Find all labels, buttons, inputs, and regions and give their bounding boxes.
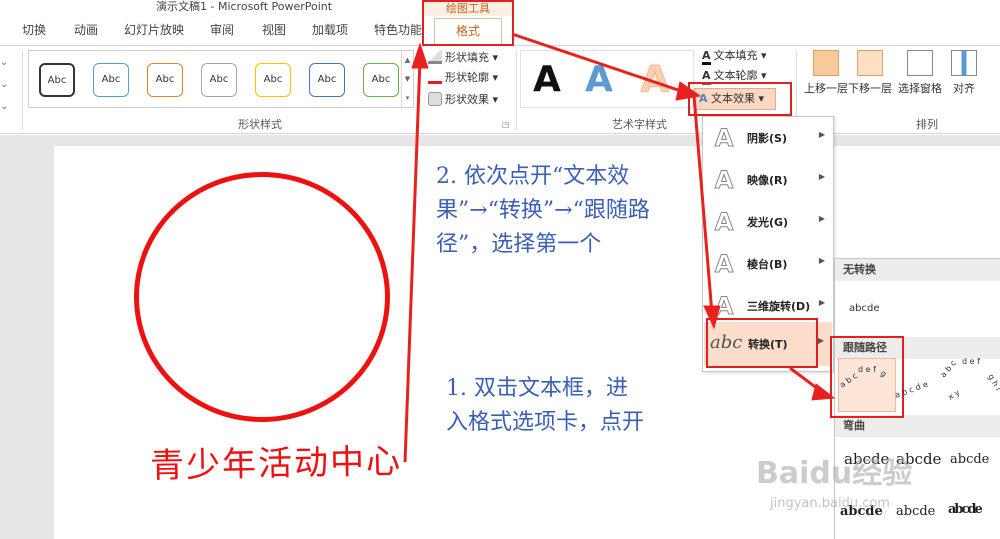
drawing-tools-context-tab: 绘图工具 格式 [422,0,514,46]
align-button[interactable]: 对齐 [942,50,986,96]
text-fill-button[interactable]: A 文本填充 ▾ [702,46,767,66]
tab-view[interactable]: 视图 [262,22,286,38]
follow-path-highlight [830,336,904,418]
menu-item-3d-rotation-label: 三维旋转(D) [747,300,811,313]
arrange-group-label: 排列 [916,118,938,131]
shape-style-gold[interactable]: Abc [255,63,291,97]
submenu-arrow-icon: ▶ [818,172,825,181]
menu-item-bevel-label: 棱台(B) [747,258,788,271]
shape-styles-gallery: Abc Abc Abc Abc Abc Abc Abc ▲ ▼ ▾ [28,50,414,108]
baidu-watermark-url: jingyan.baidu.com [770,496,890,511]
tab-special-features[interactable]: 特色功能 [374,22,422,38]
shape-style-blue[interactable]: Abc [93,63,129,97]
shape-effects-icon [428,92,442,106]
submenu-arrow-icon: ▶ [818,130,825,139]
tab-transitions[interactable]: 切换 [22,22,46,38]
drawing-tools-label: 绘图工具 [424,2,512,16]
no-transform-option[interactable]: abcde [849,303,879,314]
tab-format[interactable]: 格式 [434,18,502,44]
baidu-watermark: Baidu经验 [756,456,913,491]
submenu-arrow-icon: ▶ [818,214,825,223]
shape-outline-button[interactable]: 形状轮廓 ▾ [428,68,498,88]
shape-styles-group-label: 形状样式 [238,118,282,131]
glow-effect-icon: A [714,208,734,236]
align-icon [951,50,977,76]
ribbon-left-clipped-commands: ⌄ ⌄ ⌄ [0,52,8,118]
submenu-arrow-icon: ▶ [818,256,825,265]
wordart-style-black[interactable]: A [533,55,561,105]
shape-effects-button[interactable]: 形状效果 ▾ [428,90,498,110]
paint-bucket-icon [428,50,442,64]
selection-pane-button[interactable]: 选择窗格 [894,50,946,96]
text-effects-highlight: A 文本效果 ▾ [688,82,792,116]
text-fill-icon: A [702,50,711,65]
gallery-scroll-down-icon[interactable]: ▼ [401,70,413,89]
tab-slideshow[interactable]: 幻灯片放映 [124,22,184,38]
tab-addins[interactable]: 加载项 [312,22,348,38]
shape-style-gray[interactable]: Abc [201,63,237,97]
shape-fill-button[interactable]: 形状填充 ▾ [428,48,498,68]
transform-highlight [706,318,818,368]
annotation-step1: 1. 双击文本框，进入格式选项卡，点开 [446,376,645,435]
ribbon: ⌄ ⌄ ⌄ Abc Abc Abc Abc Abc Abc Abc ▲ ▼ ▾ … [0,46,1000,134]
bring-forward-label: 上移一层 [804,82,848,95]
shape-style-orange[interactable]: Abc [147,63,183,97]
wordart-styles-gallery: A A A [520,50,694,108]
menu-item-glow-label: 发光(G) [747,216,789,229]
menu-item-shadow-label: 阴影(S) [747,132,787,145]
shape-styles-launcher-icon[interactable]: ◳ [502,120,510,129]
warp-option-5[interactable]: abcde [896,504,935,519]
clipped-dropdown-icon[interactable]: ⌄ [0,52,8,74]
submenu-arrow-icon: ▶ [818,298,825,307]
selection-pane-icon [907,50,933,76]
shape-effects-label: 形状效果 [445,93,489,106]
clipped-dropdown-icon[interactable]: ⌄ [0,96,8,118]
wordart-style-orange-outline[interactable]: A [641,55,669,105]
menu-item-glow[interactable]: A 发光(G) ▶ [703,203,833,241]
group-divider [22,50,23,130]
shape-outline-label: 形状轮廓 [445,71,489,84]
text-effects-icon: A [699,92,708,105]
send-backward-label: 下移一层 [848,82,892,95]
gallery-more-icon[interactable]: ▾ [401,89,413,108]
no-transform-header: 无转换 [835,259,1000,281]
text-fill-label: 文本填充 [713,49,758,62]
warp-option-3[interactable]: abcde [950,452,989,467]
text-outline-label: 文本轮廓 [713,69,758,82]
shape-style-dark[interactable]: Abc [39,63,75,97]
align-label: 对齐 [953,82,975,95]
text-effects-button[interactable]: A 文本效果 ▾ [694,88,776,110]
3d-rotation-effect-icon: A [714,292,734,320]
reflection-effect-icon: A [714,166,734,194]
wordart-style-blue[interactable]: A [585,55,613,105]
warp-option-6[interactable]: abcde [948,502,983,517]
annotation-step2: 2. 依次点开“文本效果”→“转换”→“跟随路径”，选择第一个 [436,164,650,257]
submenu-arrow-icon: ▶ [817,336,824,345]
menu-item-reflection-label: 映像(R) [747,174,788,187]
slide-textbox[interactable]: 青少年活动中心 [150,434,403,487]
tab-animations[interactable]: 动画 [74,22,98,38]
bevel-effect-icon: A [714,250,734,278]
shape-style-green[interactable]: Abc [363,63,399,97]
wordart-styles-group-label: 艺术字样式 [612,118,667,131]
text-effects-label: 文本效果 [711,92,756,105]
send-backward-icon [857,50,883,76]
pen-outline-icon [428,70,442,84]
tab-review[interactable]: 审阅 [210,22,234,38]
selection-pane-label: 选择窗格 [898,82,942,95]
menu-item-bevel[interactable]: A 棱台(B) ▶ [703,245,833,283]
window-title: 演示文稿1 - Microsoft PowerPoint [156,0,333,13]
bring-forward-icon [813,50,839,76]
menu-item-shadow[interactable]: A 阴影(S) ▶ [703,119,833,157]
gallery-scroll-up-icon[interactable]: ▲ [401,51,413,70]
menu-item-reflection[interactable]: A 映像(R) ▶ [703,161,833,199]
shape-style-dark-blue[interactable]: Abc [309,63,345,97]
shape-fill-label: 形状填充 [445,51,489,64]
warp-header: 弯曲 [835,415,1000,437]
red-circle-shape[interactable] [134,172,390,422]
group-divider [516,50,517,130]
clipped-dropdown-icon[interactable]: ⌄ [0,74,8,96]
shadow-effect-icon: A [714,124,734,152]
send-backward-button[interactable]: 下移一层 [844,50,896,96]
